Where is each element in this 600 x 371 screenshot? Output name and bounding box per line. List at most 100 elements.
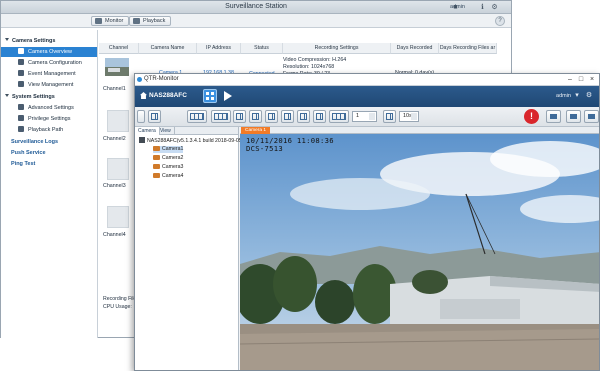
camera-feed-image <box>240 134 599 370</box>
collapse-icon <box>5 94 9 97</box>
nav-item-camera-overview[interactable]: Camera Overview <box>1 47 97 57</box>
minimize-icon[interactable]: – <box>565 75 575 84</box>
layout-6x6-icon <box>316 113 323 120</box>
channel-select[interactable]: 1 <box>352 111 377 122</box>
column-header-channel[interactable]: Channel <box>99 43 139 54</box>
tree-camera-2[interactable]: Camera2 <box>153 155 183 162</box>
tree-camera-4[interactable]: Camera4 <box>153 173 183 180</box>
app-logo-icon <box>137 77 142 82</box>
nav-item-privilege-settings[interactable]: Privilege Settings <box>18 114 71 124</box>
tree-camera-label: Camera4 <box>162 173 184 179</box>
cycle-icon <box>386 113 393 120</box>
help-icon[interactable]: ? <box>495 16 505 26</box>
layout-3x3-button[interactable] <box>265 110 278 123</box>
monitor-button[interactable]: Monitor <box>91 16 130 26</box>
column-header-camera-name[interactable]: Camera Name <box>139 43 197 54</box>
camera-1-thumbnail[interactable] <box>105 58 129 76</box>
nav-group-system-settings[interactable]: System Settings <box>5 92 55 102</box>
info-icon[interactable]: ℹ <box>478 3 487 12</box>
nav-item-ping-test[interactable]: Ping Test <box>11 159 35 169</box>
nav-group-camera-settings[interactable]: Camera Settings <box>5 36 55 46</box>
view-grid-icon <box>18 81 24 87</box>
camera-icon <box>153 146 160 151</box>
chevron-down-icon <box>411 113 417 120</box>
layout-1x1-button[interactable] <box>233 110 246 123</box>
column-header-days-recorded[interactable]: Days Recorded <box>391 43 439 54</box>
column-header-ip[interactable]: IP Address <box>197 43 241 54</box>
camera-tree-panel: Camera View NAS288AFC(v5.1.3.4.1 build 2… <box>135 127 242 370</box>
nav-item-label: Camera Configuration <box>28 60 82 66</box>
live-view-button[interactable] <box>203 89 217 103</box>
layout-menu-icon <box>190 113 204 120</box>
fullscreen-icon <box>151 113 158 120</box>
playback-button[interactable]: Playback <box>129 16 172 26</box>
layout-2x2-button[interactable] <box>249 110 262 123</box>
nav-item-label: Advanced Settings <box>28 105 74 111</box>
settings-gear-icon[interactable]: ⚙ <box>585 92 593 100</box>
osd-camera-id: DCS-7513 <box>246 144 284 153</box>
tree-camera-label: Camera1 <box>162 146 184 152</box>
maximize-icon[interactable]: □ <box>576 75 586 84</box>
cpu-usage-label: CPU Usage: <box>103 304 132 310</box>
column-header-recording-settings[interactable]: Recording Settings <box>283 43 391 54</box>
tab-view[interactable]: View <box>157 127 175 135</box>
nav-item-label: Camera Overview <box>28 49 73 55</box>
live-video-view[interactable]: Camera 1 10/11/2016 11:08:36 DCS-7513 <box>240 127 599 370</box>
channel-label: Channel2 <box>103 136 126 142</box>
snapshot-button[interactable] <box>546 110 561 123</box>
column-header-days-files[interactable]: Days Recording Files ar <box>439 43 497 54</box>
nav-item-surveillance-logs[interactable]: Surveillance Logs <box>11 137 58 147</box>
auto-cycle-button[interactable] <box>383 110 396 123</box>
folder-icon <box>18 126 24 132</box>
layout-4x4-button[interactable] <box>281 110 294 123</box>
record-button[interactable] <box>566 110 581 123</box>
tree-camera-1[interactable]: Camera1 <box>153 146 184 153</box>
home-icon[interactable] <box>140 92 147 99</box>
camera-placeholder-icon[interactable] <box>107 206 129 228</box>
playback-icon <box>133 18 140 24</box>
layout-custom-button[interactable] <box>329 110 349 123</box>
dropdown-icon[interactable]: ▾ <box>573 92 581 100</box>
layout-5x5-icon <box>300 113 307 120</box>
record-icon <box>570 114 577 119</box>
tree-camera-3[interactable]: Camera3 <box>153 164 183 171</box>
display-settings-button[interactable] <box>584 110 599 123</box>
camera-placeholder-icon[interactable] <box>107 158 129 180</box>
nav-item-advanced-settings[interactable]: Advanced Settings <box>18 103 74 113</box>
surveillance-sidebar: Camera Settings Camera Overview Camera C… <box>1 30 98 338</box>
alarm-alert-icon[interactable]: ! <box>524 109 539 124</box>
nav-item-event-management[interactable]: Event Management <box>18 69 76 79</box>
sequence-icon <box>214 113 228 120</box>
user-name[interactable]: admin <box>450 4 465 10</box>
interval-select[interactable]: 10s <box>399 111 419 122</box>
nav-item-view-management[interactable]: View Management <box>18 80 73 90</box>
video-channel-tab[interactable]: Camera 1 <box>241 127 271 134</box>
nav-group-label: Camera Settings <box>12 38 56 44</box>
nav-group-label: System Settings <box>12 94 55 100</box>
layout-1x1-icon <box>236 113 243 120</box>
nav-item-push-service[interactable]: Push Service <box>11 148 46 158</box>
nav-item-camera-configuration[interactable]: Camera Configuration <box>18 58 82 68</box>
wrench-icon <box>18 104 24 110</box>
column-header-status[interactable]: Status <box>241 43 283 54</box>
grid-view-icon <box>206 92 214 100</box>
nav-item-label: Privilege Settings <box>28 116 71 122</box>
close-icon[interactable]: × <box>587 75 597 84</box>
gear-icon[interactable]: ⚙ <box>490 3 499 12</box>
playback-mode-button[interactable] <box>221 89 235 103</box>
layout-5x5-button[interactable] <box>297 110 310 123</box>
camera-placeholder-icon[interactable] <box>107 110 129 132</box>
camera-icon <box>153 173 160 178</box>
toolbar-handle-icon[interactable] <box>137 110 145 123</box>
nav-item-label: Event Management <box>28 71 76 77</box>
event-icon <box>18 70 24 76</box>
nav-item-playback-path[interactable]: Playback Path <box>18 125 63 135</box>
fullscreen-button[interactable] <box>148 110 161 123</box>
monitor-user-name[interactable]: admin <box>556 93 571 99</box>
layout-menu-button[interactable] <box>187 110 207 123</box>
layout-6x6-button[interactable] <box>313 110 326 123</box>
sequence-menu-button[interactable] <box>211 110 231 123</box>
tree-camera-label: Camera3 <box>162 164 184 170</box>
tree-root-nas[interactable]: NAS288AFC(v5.1.3.4.1 build 2018-09-05 <box>139 137 242 145</box>
recording-resolution: Resolution: 1024x768 <box>283 64 335 70</box>
